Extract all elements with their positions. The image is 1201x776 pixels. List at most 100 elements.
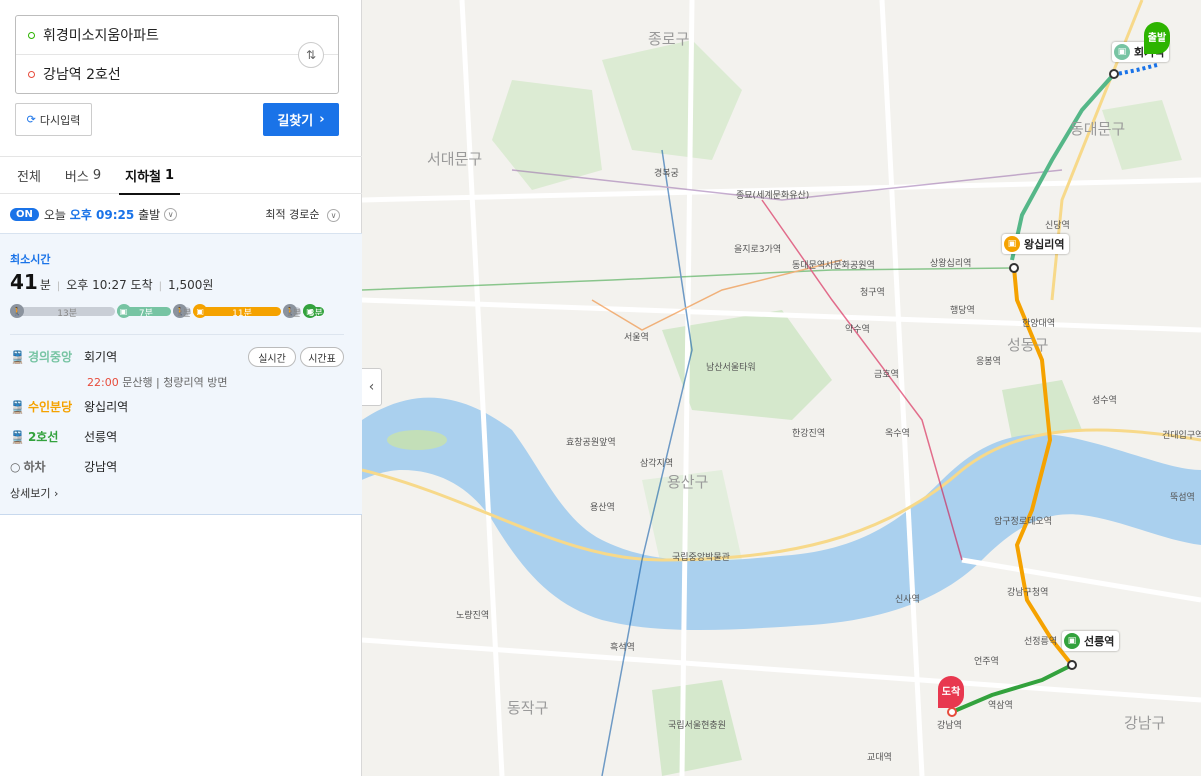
- minute-unit: 분: [39, 278, 51, 292]
- transfer-dot: [1109, 69, 1119, 79]
- alight-circle-icon: ○: [10, 459, 21, 474]
- district-label: 서대문구: [427, 150, 483, 168]
- route-result-card[interactable]: 최소시간 41 분 | 오후 10:27 도착 | 1,500원 🚶 13분 ▣ 7분…: [0, 233, 362, 515]
- departure-time[interactable]: 오늘 오후 09:25 출발: [44, 206, 160, 223]
- map-label: 상왕십리역: [930, 259, 972, 269]
- transport-tabs: 전체 버스 9 지하철 1: [0, 156, 362, 195]
- arrival-time: 오후 10:27 도착: [66, 278, 153, 292]
- walk-icon: 🚶: [10, 304, 24, 318]
- map-label: 경복궁: [654, 169, 679, 179]
- end-flag[interactable]: 도착: [938, 676, 964, 708]
- district-label: 종로구: [648, 30, 690, 48]
- map-label: 건대입구역: [1162, 431, 1201, 441]
- line-label: 수인분당: [27, 400, 73, 414]
- start-flag[interactable]: 출발: [1144, 22, 1170, 54]
- detail-link[interactable]: 상세보기 ›: [10, 485, 58, 501]
- map-label: 옥수역: [885, 429, 910, 439]
- map-view[interactable]: 종로구 서대문구 용산구 동작구 강남구 동대문구 성동구 서울역 경복궁 종묘…: [362, 0, 1201, 776]
- time-suffix: 출발: [138, 207, 161, 222]
- line-name: ○ 하차: [10, 458, 84, 475]
- step-row[interactable]: 🚆 2호선 선릉역: [10, 428, 117, 445]
- map-label: 행당역: [950, 306, 975, 316]
- map-canvas[interactable]: [362, 0, 1201, 776]
- subway-icon: ▣: [116, 304, 131, 318]
- tab-subway[interactable]: 지하철 1: [113, 157, 186, 195]
- realtime-button[interactable]: 실시간: [248, 347, 296, 367]
- on-toggle[interactable]: ON: [10, 207, 39, 221]
- map-label: 신당역: [1045, 221, 1070, 231]
- line-name: 🚆 2호선: [10, 428, 84, 445]
- chevron-left-icon: ‹: [368, 379, 375, 395]
- directions-panel: 휘경미소지움아파트 강남역 2호선 ⇅ ⟳ 다시입력 길찾기 › 전체 버스 9…: [0, 0, 362, 776]
- map-label: 교대역: [867, 753, 892, 763]
- swap-route-button[interactable]: ⇅: [298, 42, 324, 68]
- step-row[interactable]: ○ 하차 강남역: [10, 458, 117, 475]
- start-flag-label: 출발: [1147, 33, 1167, 44]
- detail-label: 상세보기: [10, 487, 51, 500]
- segment-label: 2분: [287, 309, 302, 319]
- origin-text: 휘경미소지움아파트: [43, 28, 159, 44]
- bamseom-island: [387, 430, 447, 450]
- tab-subway-count: 1: [165, 167, 175, 183]
- tab-subway-label: 지하철: [125, 169, 162, 185]
- duration-summary: 41 분 | 오후 10:27 도착 | 1,500원: [10, 270, 213, 294]
- map-label: 종묘(세계문화유산): [736, 191, 810, 201]
- subway-icon: 🚆: [10, 399, 25, 414]
- origin-field[interactable]: 휘경미소지움아파트: [28, 16, 159, 54]
- subway-icon: ▣: [1004, 236, 1020, 252]
- map-label: 남산서울타워: [706, 363, 756, 373]
- step-row[interactable]: 🚆 수인분당 왕십리역: [10, 398, 128, 415]
- end-flag-label: 도착: [941, 687, 961, 698]
- tab-bus-label: 버스: [64, 169, 89, 185]
- line-label: 경의중앙: [27, 350, 73, 364]
- search-route-button[interactable]: 길찾기 ›: [263, 103, 339, 136]
- map-label: 국립서울현충원: [668, 721, 726, 731]
- line-label: 2호선: [27, 430, 59, 444]
- swap-arrows-icon: ⇅: [305, 48, 317, 62]
- tab-bus[interactable]: 버스 9: [53, 157, 113, 194]
- refresh-icon: ⟳: [26, 113, 36, 126]
- station-tag-label: 왕십리역: [1024, 238, 1065, 251]
- reset-button[interactable]: ⟳ 다시입력: [15, 103, 92, 136]
- departure-time-bar: ON 오늘 오후 09:25 출발 ∨ 최적 경로순 ∨: [0, 195, 362, 233]
- collapse-panel-button[interactable]: ‹: [362, 368, 382, 406]
- search-route-label: 길찾기: [277, 114, 314, 129]
- chevron-right-icon: ›: [53, 487, 59, 500]
- segment-label: 11분: [232, 309, 252, 319]
- tab-all[interactable]: 전체: [5, 157, 53, 194]
- chevron-down-icon[interactable]: ∨: [164, 207, 178, 221]
- line-name: 🚆 수인분당: [10, 398, 84, 415]
- timetable-button[interactable]: 시간표: [300, 347, 344, 367]
- map-label: 국립중앙박물관: [672, 553, 730, 563]
- map-label: 성수역: [1092, 396, 1117, 406]
- destination-field[interactable]: 강남역 2호선: [28, 55, 121, 93]
- map-label: 압구정로데오역: [994, 517, 1052, 527]
- district-label: 강남구: [1124, 714, 1166, 732]
- destination-text: 강남역 2호선: [43, 67, 121, 83]
- chevron-right-icon: ›: [319, 112, 325, 127]
- station-tag-wangsimni[interactable]: ▣ 왕십리역: [1002, 234, 1070, 254]
- map-label: 을지로3가역: [734, 245, 782, 255]
- destination-dot-icon: [28, 70, 35, 78]
- first-train-info: 22:00 문산행 | 청량리역 방면: [87, 374, 227, 390]
- step-row[interactable]: 🚆 경의중앙 회기역: [10, 348, 117, 365]
- gyeongui-route: [1010, 72, 1116, 261]
- subway-icon: 🚆: [10, 349, 25, 364]
- end-dot: [947, 707, 957, 717]
- chevron-down-icon: ∨: [327, 209, 340, 222]
- walk-route: [1116, 63, 1158, 76]
- transfer-dot: [1009, 263, 1019, 273]
- transfer-dot: [1067, 660, 1077, 670]
- map-label: 약수역: [845, 325, 870, 335]
- sort-dropdown[interactable]: 최적 경로순 ∨: [265, 206, 340, 222]
- fare: 1,500원: [168, 278, 214, 292]
- district-label: 동대문구: [1070, 120, 1126, 138]
- tab-bus-count: 9: [92, 167, 102, 183]
- district-label: 용산구: [667, 473, 709, 491]
- time-value: 오후 09:25: [69, 207, 135, 222]
- train-time: 22:00: [87, 376, 119, 389]
- station-tag-label: 선릉역: [1084, 635, 1115, 648]
- map-label: 삼각지역: [640, 459, 674, 469]
- map-label: 한강진역: [792, 429, 826, 439]
- station-tag-seolleung[interactable]: ▣ 선릉역: [1062, 631, 1120, 651]
